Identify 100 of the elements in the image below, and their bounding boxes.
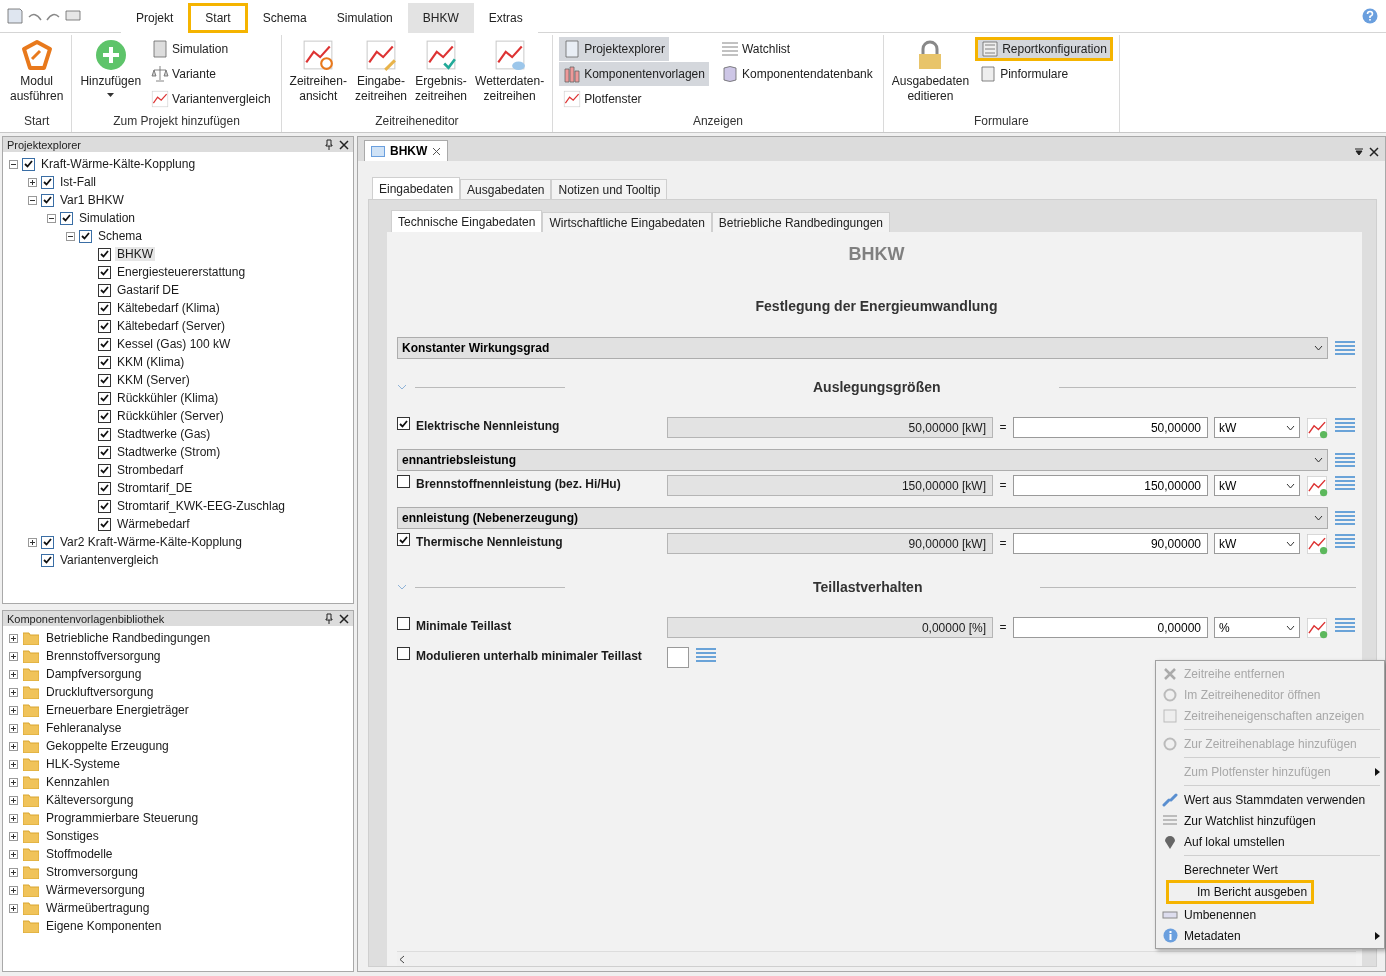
expander[interactable] (9, 651, 18, 661)
expander[interactable] (28, 537, 37, 547)
tab[interactable]: Ausgabedaten (460, 179, 552, 199)
tree-item[interactable]: Kältebedarf (Server) (115, 319, 228, 333)
checkbox[interactable] (397, 617, 410, 630)
tree-item[interactable]: Sonstiges (44, 829, 101, 843)
checkbox[interactable] (98, 319, 111, 333)
dropdown[interactable]: Konstanter Wirkungsgrad (397, 337, 1328, 359)
tab[interactable]: Wirtschaftliche Eingabedaten (542, 212, 712, 232)
checkbox[interactable] (60, 211, 73, 225)
tree-item[interactable]: Wärmeübertragung (44, 901, 152, 915)
checkbox[interactable] (397, 533, 410, 546)
tree-item[interactable]: Erneuerbare Energieträger (44, 703, 191, 717)
expander[interactable] (9, 795, 18, 805)
checkbox[interactable] (98, 427, 111, 441)
tree-item[interactable]: Strombedarf (115, 463, 186, 477)
unit-dropdown[interactable]: kW (1214, 417, 1300, 438)
tree-item[interactable]: Var2 Kraft-Wärme-Kälte-Kopplung (58, 535, 244, 549)
close-icon[interactable] (1369, 147, 1379, 157)
expander[interactable] (9, 723, 18, 733)
expander[interactable] (9, 903, 18, 913)
menu-item[interactable]: Zur Watchlist hinzufügen (1156, 810, 1384, 831)
tree-item[interactable]: BHKW (115, 247, 155, 261)
checkbox[interactable] (98, 301, 111, 315)
tree-item[interactable]: Betriebliche Randbedingungen (44, 631, 213, 645)
pin-icon[interactable] (325, 613, 333, 624)
expander[interactable] (9, 759, 18, 769)
close-icon[interactable] (339, 613, 349, 624)
expander[interactable] (9, 831, 18, 841)
tree-item[interactable]: KKM (Klima) (115, 355, 187, 369)
unit-dropdown[interactable]: kW (1214, 475, 1300, 496)
chevron-left-icon[interactable] (399, 954, 405, 964)
checkbox[interactable] (98, 283, 111, 297)
tree-item[interactable]: Stadtwerke (Strom) (115, 445, 223, 459)
checkbox[interactable] (41, 193, 54, 207)
menu-item[interactable]: Berechneter Wert (1156, 859, 1384, 880)
menu-item[interactable]: Umbenennen (1156, 904, 1384, 925)
tab[interactable]: Eingabedaten (372, 177, 461, 199)
tree-item[interactable]: Gastarif DE (115, 283, 181, 297)
ribbon-tab[interactable]: BHKW (407, 2, 474, 33)
ribbon-button[interactable]: Komponentendatenbank (716, 62, 877, 86)
unit-dropdown[interactable]: % (1214, 617, 1300, 638)
checkbox[interactable] (98, 355, 111, 369)
expander[interactable] (9, 777, 18, 787)
checkbox[interactable] (98, 391, 111, 405)
ribbon-button[interactable]: Wetterdaten- zeitreihen (473, 35, 547, 108)
ribbon-button[interactable]: Reportkonfiguration (975, 37, 1113, 61)
expander[interactable] (9, 687, 18, 697)
ribbon-button[interactable]: Variantenvergleich (147, 87, 275, 111)
checkbox[interactable] (397, 475, 410, 488)
value-input[interactable]: 50,00000 (1013, 417, 1208, 438)
expander[interactable] (9, 885, 18, 895)
checkbox[interactable] (79, 229, 92, 243)
tree-item[interactable]: Kennzahlen (44, 775, 112, 789)
tree-item[interactable]: Gekoppelte Erzeugung (44, 739, 171, 753)
checkbox[interactable] (98, 463, 111, 477)
tree-item[interactable]: Wärmeversorgung (44, 883, 147, 897)
tree-item[interactable]: Schema (96, 229, 145, 243)
menu-item[interactable]: Im Bericht ausgeben (1166, 880, 1315, 904)
dropdown[interactable]: ennleistung (Nebenerzeugung) (397, 507, 1328, 529)
menu-item[interactable]: Metadaten (1156, 925, 1384, 946)
ribbon-button[interactable]: Komponentenvorlagen (559, 62, 709, 86)
help-icon[interactable] (1362, 8, 1378, 24)
tree-item[interactable]: Rückkühler (Server) (115, 409, 226, 423)
checkbox[interactable] (98, 337, 111, 351)
dropdown-icon[interactable] (1355, 148, 1363, 156)
expander[interactable] (28, 195, 37, 205)
ribbon-button[interactable]: Watchlist (716, 37, 795, 61)
checkbox[interactable] (98, 481, 111, 495)
tree-item[interactable]: Stoffmodelle (44, 847, 115, 861)
tab[interactable]: Betriebliche Randbedingungen (711, 212, 890, 232)
tree-item[interactable]: Kessel (Gas) 100 kW (115, 337, 233, 351)
ribbon-button[interactable]: Simulation (147, 37, 233, 61)
unit-dropdown[interactable]: kW (1214, 533, 1300, 554)
checkbox[interactable] (397, 417, 410, 430)
expander[interactable] (9, 849, 18, 859)
pin-icon[interactable] (325, 139, 333, 150)
tree-item[interactable]: Dampfversorgung (44, 667, 144, 681)
ribbon-button[interactable]: Ergebnis- zeitreihen (413, 35, 470, 108)
tree-item[interactable]: Ist-Fall (58, 175, 98, 189)
ribbon-button[interactable]: Modul ausführen (8, 35, 66, 108)
expander[interactable] (9, 813, 18, 823)
expander[interactable] (9, 633, 18, 643)
tree-item[interactable]: Kraft-Wärme-Kälte-Kopplung (39, 157, 198, 171)
ribbon-button[interactable]: Variante (147, 62, 220, 86)
checkbox[interactable] (98, 499, 111, 513)
expander[interactable] (9, 741, 18, 751)
tree-item[interactable]: Kältebedarf (Klima) (115, 301, 222, 315)
tree-item[interactable]: Programmierbare Steuerung (44, 811, 201, 825)
expander[interactable] (28, 177, 37, 187)
input-field[interactable] (667, 647, 689, 668)
tree-item[interactable]: HLK-Systeme (44, 757, 123, 771)
expander[interactable] (9, 705, 18, 715)
tab[interactable]: Notizen und Tooltip (551, 179, 668, 199)
close-icon[interactable] (432, 146, 442, 156)
ribbon-button[interactable]: Pinformulare (975, 62, 1073, 86)
document-tab[interactable]: BHKW (364, 140, 449, 161)
expander[interactable] (9, 669, 18, 679)
checkbox[interactable] (98, 265, 111, 279)
value-input[interactable]: 90,00000 (1013, 533, 1208, 554)
